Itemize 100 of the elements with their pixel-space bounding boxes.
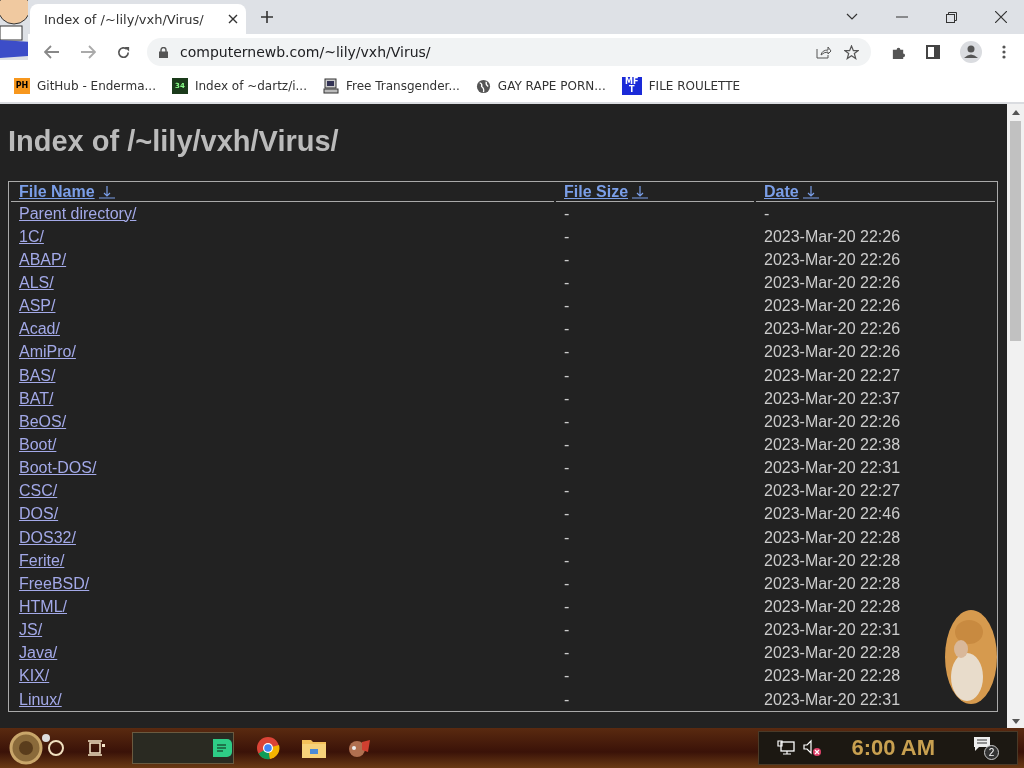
column-sort-link[interactable]: File Size: [564, 183, 629, 201]
share-icon[interactable]: [816, 45, 832, 59]
size-text: -: [564, 597, 570, 615]
size-text: -: [564, 667, 570, 685]
directory-link[interactable]: Acad/: [19, 320, 60, 338]
directory-link[interactable]: DOS/: [19, 505, 59, 523]
date-text: 2023-Mar-20 22:26: [764, 274, 901, 291]
directory-link[interactable]: BAS/: [19, 366, 56, 384]
directory-link[interactable]: Parent directory/: [19, 204, 137, 222]
date-text: 2023-Mar-20 22:31: [764, 690, 901, 708]
date-text: 2023-Mar-20 22:46: [764, 505, 901, 523]
date-text: 2023-Mar-20 22:28: [764, 644, 901, 662]
directory-link[interactable]: KIX/: [19, 667, 50, 685]
size-text: -: [564, 250, 570, 268]
date-text: 2023-Mar-20 22:28: [764, 551, 901, 569]
scroll-up-icon[interactable]: [1011, 110, 1020, 115]
menu-icon[interactable]: [1002, 45, 1006, 59]
clock-text[interactable]: 6:00 AM: [851, 735, 935, 761]
directory-link[interactable]: Ferite/: [19, 551, 65, 569]
bookmark-item[interactable]: Free Transgender...: [322, 78, 460, 94]
column-sort-link[interactable]: Date: [764, 183, 799, 201]
directory-link[interactable]: Boot-DOS/: [19, 459, 97, 477]
directory-link[interactable]: BeOS/: [19, 412, 67, 430]
directory-link[interactable]: DOS32/: [19, 528, 76, 546]
folder-icon[interactable]: [302, 738, 326, 758]
directory-link[interactable]: JS/: [19, 621, 43, 639]
chevron-down-icon[interactable]: [846, 13, 858, 21]
globe-icon: [475, 78, 491, 94]
address-bar[interactable]: computernewb.com/~lily/vxh/Virus/: [147, 38, 871, 66]
speaker-icon[interactable]: [803, 739, 824, 757]
reload-icon[interactable]: [116, 44, 131, 60]
size-text: -: [564, 435, 570, 453]
directory-link[interactable]: Boot/: [19, 435, 57, 453]
size-text: -: [564, 528, 570, 546]
restore-icon[interactable]: [946, 11, 957, 23]
directory-link[interactable]: ALS/: [19, 274, 54, 291]
notification-icon: [973, 736, 991, 752]
computer-icon: [322, 78, 339, 94]
size-text: -: [564, 412, 570, 430]
close-icon[interactable]: [228, 14, 238, 24]
notes-app-icon[interactable]: [211, 737, 233, 759]
size-text: -: [564, 574, 570, 592]
date-text: 2023-Mar-20 22:38: [764, 435, 901, 453]
app-icon[interactable]: [348, 738, 372, 758]
directory-link[interactable]: HTML/: [19, 597, 67, 615]
close-icon[interactable]: [995, 11, 1007, 23]
back-arrow-icon[interactable]: [44, 45, 60, 59]
page-heading: Index of /~lily/vxh/Virus/: [8, 125, 340, 158]
sort-arrow-icon[interactable]: [632, 185, 649, 199]
directory-link[interactable]: FreeBSD/: [19, 574, 90, 592]
scrollbar-thumb[interactable]: [1010, 121, 1021, 341]
size-text: -: [564, 505, 570, 523]
date-text: 2023-Mar-20 22:28: [764, 667, 901, 685]
date-text: 2023-Mar-20 22:26: [764, 343, 901, 361]
notification-count: 2: [984, 745, 999, 760]
directory-link[interactable]: AmiPro/: [19, 343, 76, 361]
directory-link[interactable]: CSC/: [19, 482, 58, 500]
directory-link[interactable]: ABAP/: [19, 250, 67, 268]
size-text: -: [564, 274, 570, 291]
size-text: -: [564, 320, 570, 338]
directory-link[interactable]: 1C/: [19, 227, 44, 245]
chrome-icon[interactable]: [256, 736, 280, 760]
scrollbar[interactable]: [1007, 104, 1024, 728]
date-text: 2023-Mar-20 22:37: [764, 389, 901, 407]
bookmark-item[interactable]: GAY RAPE PORN...: [475, 78, 606, 94]
size-text: -: [564, 343, 570, 361]
profile-icon[interactable]: [960, 41, 982, 63]
size-text: -: [564, 551, 570, 569]
notification-button[interactable]: 2: [973, 736, 999, 760]
favicon-icon: MF T: [621, 77, 642, 95]
browser-tab[interactable]: Index of /~lily/vxh/Virus/: [30, 4, 246, 34]
search-panel[interactable]: [132, 732, 234, 764]
side-panel-icon[interactable]: [926, 45, 940, 59]
date-text: 2023-Mar-20 22:31: [764, 459, 901, 477]
scroll-down-icon[interactable]: [1011, 719, 1020, 724]
size-text: -: [564, 459, 570, 477]
size-text: -: [564, 366, 570, 384]
size-text: -: [564, 690, 570, 708]
sort-arrow-icon[interactable]: [802, 185, 819, 199]
date-text: 2023-Mar-20 22:26: [764, 297, 901, 315]
date-text: 2023-Mar-20 22:27: [764, 482, 901, 500]
column-sort-link[interactable]: File Name: [19, 183, 95, 201]
task-view-icon[interactable]: [88, 740, 106, 756]
date-text: 2023-Mar-20 22:26: [764, 320, 901, 338]
date-text: 2023-Mar-20 22:26: [764, 227, 901, 245]
date-text: -: [764, 204, 770, 222]
bookmark-item[interactable]: PH GitHub - Enderma...: [14, 78, 156, 94]
directory-link[interactable]: Java/: [19, 644, 58, 662]
star-icon[interactable]: [844, 44, 859, 60]
directory-link[interactable]: Linux/: [19, 690, 62, 708]
directory-link[interactable]: BAT/: [19, 389, 54, 407]
directory-link[interactable]: ASP/: [19, 297, 56, 315]
sort-arrow-icon[interactable]: [98, 185, 115, 199]
new-tab-icon[interactable]: [261, 11, 273, 23]
date-text: 2023-Mar-20 22:28: [764, 528, 901, 546]
date-text: 2023-Mar-20 22:27: [764, 366, 901, 384]
network-icon[interactable]: [777, 740, 796, 756]
bookmark-item[interactable]: MF T FILE ROULETTE: [621, 77, 741, 95]
size-text: -: [564, 297, 570, 315]
favicon-icon: PH: [14, 78, 30, 94]
